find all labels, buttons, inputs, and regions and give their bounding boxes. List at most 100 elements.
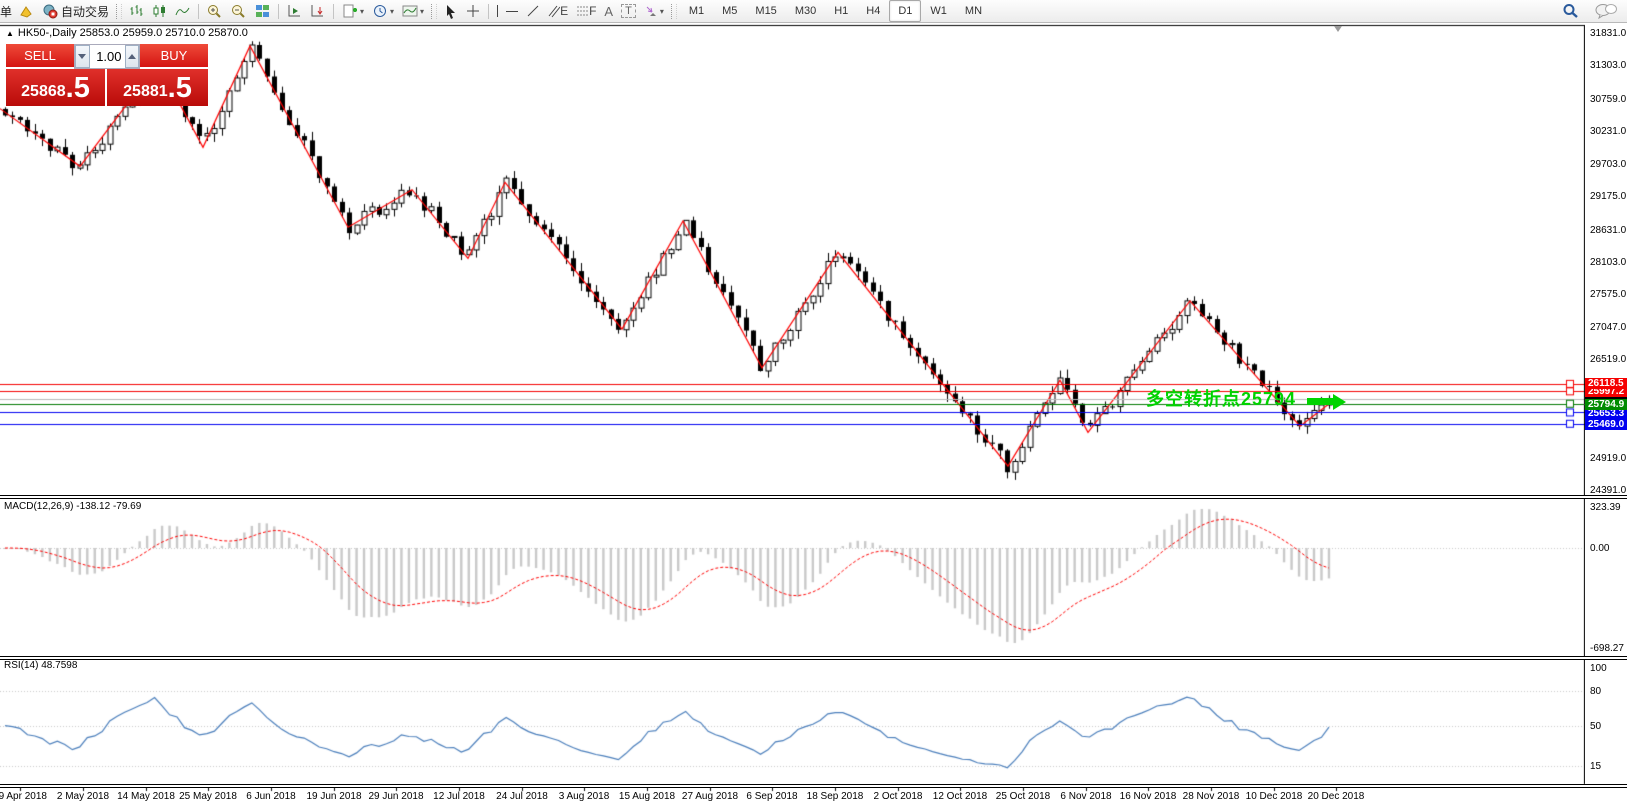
macd-axis-tick: -698.27 (1590, 643, 1624, 654)
axis-tick: 27047.0 (1590, 322, 1626, 333)
tab-m30[interactable]: M30 (786, 0, 825, 22)
tab-m15[interactable]: M15 (746, 0, 785, 22)
chart-canvas[interactable] (0, 23, 1627, 810)
date-label: 12 Jul 2018 (433, 791, 485, 802)
axis-tick: 28631.0 (1590, 225, 1626, 236)
macd-axis-tick: 0.00 (1590, 543, 1609, 554)
date-label: 12 Oct 2018 (933, 791, 987, 802)
rsi-axis-tick: 100 (1590, 663, 1607, 674)
axis-tick: 24919.0 (1590, 453, 1626, 464)
sell-button[interactable]: SELL (6, 44, 74, 69)
tab-m5[interactable]: M5 (713, 0, 746, 22)
axis-tick: 26519.0 (1590, 354, 1626, 365)
macd-label: MACD(12,26,9) -138.12 -79.69 (4, 501, 141, 512)
rsi-label: RSI(14) 48.7598 (4, 660, 77, 671)
arrows-icon[interactable]: ▾ (640, 0, 668, 22)
axis-tick: 29703.0 (1590, 159, 1626, 170)
date-label: 20 Dec 2018 (1308, 791, 1365, 802)
fibonacci-icon[interactable]: F (572, 0, 600, 22)
history-icon[interactable] (14, 0, 38, 22)
axis-tick: 31831.0 (1590, 28, 1626, 39)
text-label-icon[interactable]: T (617, 0, 640, 22)
tab-m1[interactable]: M1 (680, 0, 713, 22)
templates-icon[interactable]: ▾ (398, 0, 428, 22)
axis-tick: 31303.0 (1590, 60, 1626, 71)
main-toolbar: 单 自动交易 ▾ ▾ (0, 0, 1627, 23)
zoom-in-icon[interactable] (203, 0, 227, 22)
sell-price[interactable]: 25868.5 (6, 69, 107, 106)
date-label: 24 Jul 2018 (496, 791, 548, 802)
collapse-icon[interactable]: ▲ (6, 29, 14, 38)
date-label: 18 Sep 2018 (807, 791, 864, 802)
date-label: 25 May 2018 (179, 791, 237, 802)
tile-windows-icon[interactable] (251, 0, 274, 22)
volume-increase-button[interactable] (125, 45, 140, 68)
chat-icon[interactable] (1591, 0, 1621, 22)
toolbar-grip (116, 4, 122, 19)
axis-tick: 29175.0 (1590, 191, 1626, 202)
candlestick-icon[interactable] (148, 0, 171, 22)
chart-window: ▲HK50-,Daily 25853.0 25959.0 25710.0 258… (0, 23, 1627, 810)
date-label: 6 Jun 2018 (246, 791, 296, 802)
date-label: 15 Aug 2018 (619, 791, 675, 802)
axis-tick: 27575.0 (1590, 289, 1626, 300)
rsi-axis-tick: 80 (1590, 686, 1601, 697)
date-label: 28 Nov 2018 (1183, 791, 1240, 802)
turning-point-annotation: 多空转折点25794 (1146, 385, 1296, 411)
buy-button[interactable]: BUY (140, 44, 208, 69)
rsi-axis-tick: 50 (1590, 721, 1601, 732)
tab-w1[interactable]: W1 (921, 0, 956, 22)
date-label: 19 Jun 2018 (306, 791, 361, 802)
autotrading-button[interactable]: 自动交易 (38, 0, 113, 22)
orders-clipped-label[interactable]: 单 (0, 3, 14, 20)
line-chart-icon[interactable] (171, 0, 194, 22)
date-label: 27 Aug 2018 (682, 791, 738, 802)
chart-shift-marker[interactable] (1334, 26, 1342, 32)
date-label: 19 Apr 2018 (0, 791, 47, 802)
price-axis[interactable]: 31831.0 31303.0 30759.0 30231.0 29703.0 … (1585, 23, 1627, 810)
volume-decrease-button[interactable] (75, 45, 90, 68)
one-click-trading-panel: SELL BUY 25868.5 25881.5 (6, 44, 208, 106)
horizontal-line-icon[interactable] (502, 0, 522, 22)
date-label: 16 Nov 2018 (1120, 791, 1177, 802)
new-order-icon[interactable]: ▾ (338, 0, 368, 22)
auto-scroll-icon[interactable] (306, 0, 329, 22)
axis-tick: 28103.0 (1590, 257, 1626, 268)
hline-price-label: 25794.9 (1585, 399, 1627, 410)
volume-input[interactable] (90, 45, 125, 68)
search-icon[interactable] (1558, 0, 1583, 22)
triangle-down-icon (78, 54, 86, 59)
channel-icon[interactable]: E (544, 0, 572, 22)
date-label: 10 Dec 2018 (1246, 791, 1303, 802)
date-label: 6 Nov 2018 (1060, 791, 1111, 802)
rsi-axis-tick: 15 (1590, 761, 1601, 772)
hline-price-label: 26118.5 (1585, 378, 1627, 389)
vertical-line-icon[interactable] (493, 0, 502, 22)
crosshair-icon[interactable] (462, 0, 484, 22)
chart-title: ▲HK50-,Daily 25853.0 25959.0 25710.0 258… (6, 27, 248, 39)
period-clock-icon[interactable]: ▾ (368, 0, 398, 22)
tab-h4[interactable]: H4 (857, 0, 889, 22)
axis-tick: 30759.0 (1590, 94, 1626, 105)
tab-h1[interactable]: H1 (825, 0, 857, 22)
macd-axis-tick: 323.39 (1590, 502, 1621, 513)
cursor-icon[interactable] (440, 0, 462, 22)
triangle-up-icon (128, 54, 136, 59)
pane-separator (0, 784, 1627, 788)
bar-chart-icon[interactable] (125, 0, 148, 22)
date-label: 6 Sep 2018 (746, 791, 797, 802)
chart-shift-icon[interactable] (283, 0, 306, 22)
tab-mn[interactable]: MN (956, 0, 991, 22)
pane-separator[interactable] (0, 495, 1627, 499)
pane-separator[interactable] (0, 656, 1627, 660)
date-label: 3 Aug 2018 (559, 791, 610, 802)
date-label: 25 Oct 2018 (996, 791, 1050, 802)
trendline-icon[interactable] (522, 0, 544, 22)
text-icon[interactable]: A (600, 0, 617, 22)
date-label: 29 Jun 2018 (368, 791, 423, 802)
date-label: 2 Oct 2018 (874, 791, 923, 802)
autotrading-label: 自动交易 (61, 3, 109, 20)
tab-d1[interactable]: D1 (889, 0, 921, 22)
buy-price[interactable]: 25881.5 (107, 69, 208, 106)
zoom-out-icon[interactable] (227, 0, 251, 22)
